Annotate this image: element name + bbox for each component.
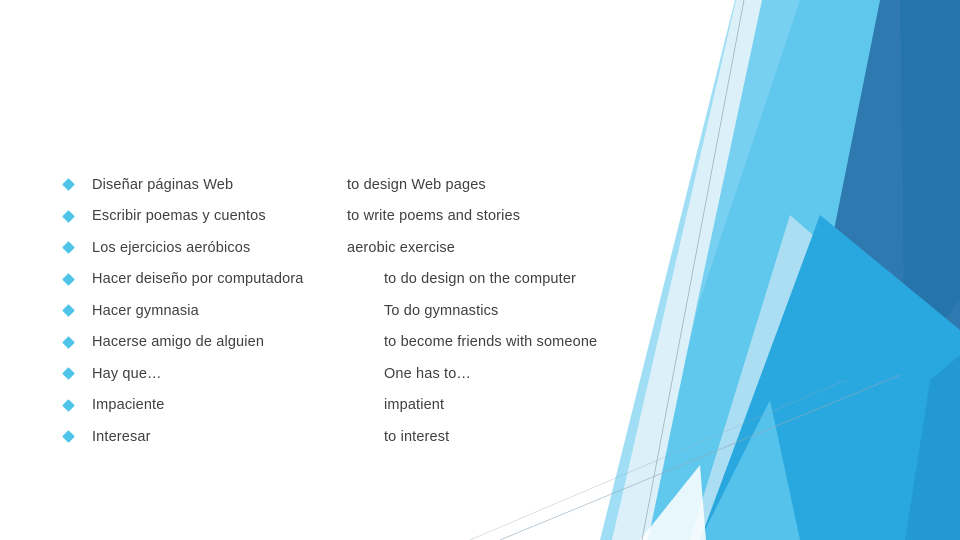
presentation-slide: Diseñar páginas Web to design Web pages Es… xyxy=(0,0,960,540)
diamond-bullet-icon xyxy=(62,209,75,223)
diamond-bullet-icon xyxy=(62,367,75,381)
shape-dark-steel-wedge xyxy=(820,0,960,400)
english-translation: to interest xyxy=(384,428,450,445)
vocabulary-list: Diseñar páginas Web to design Web pages Es… xyxy=(0,0,700,540)
spanish-term: Interesar xyxy=(92,428,151,445)
diamond-bullet-icon xyxy=(62,304,75,318)
vocab-row: Los ejercicios aeróbicos aerobic exercise xyxy=(60,232,680,264)
english-translation: to become friends with someone xyxy=(384,334,598,351)
vocab-row: Interesar to interest xyxy=(60,421,680,453)
vocab-row: Hacer deiseño por computadora to do desig… xyxy=(60,264,680,296)
spanish-term: Diseñar páginas Web xyxy=(92,176,234,193)
english-translation: impatient xyxy=(384,397,445,414)
diamond-bullet-icon xyxy=(62,241,75,255)
shape-dark-blue-right xyxy=(900,0,960,370)
spanish-term: Impaciente xyxy=(92,397,165,414)
shape-pale-triangle xyxy=(690,215,830,540)
vocab-row: Escribir poemas y cuentos to write poems … xyxy=(60,201,680,233)
english-translation: to design Web pages xyxy=(347,176,486,193)
diamond-bullet-icon xyxy=(62,398,75,412)
spanish-term: Escribir poemas y cuentos xyxy=(92,208,266,225)
spanish-term: Hacer gymnasia xyxy=(92,302,199,319)
shape-right-accent-column xyxy=(905,355,960,540)
shape-bottom-left-sliver xyxy=(700,400,800,540)
vocab-row: Hacerse amigo de alguien to become friend… xyxy=(60,327,680,359)
vocab-row: Hay que… One has to… xyxy=(60,358,680,390)
vocab-row: Impaciente impatient xyxy=(60,390,680,422)
english-translation: to do design on the computer xyxy=(384,271,577,288)
shape-bright-cyan-lower xyxy=(700,215,960,540)
diamond-bullet-icon xyxy=(62,178,75,192)
vocab-row: Diseñar páginas Web to design Web pages xyxy=(60,169,680,201)
diamond-bullet-icon xyxy=(62,272,75,286)
diamond-bullet-icon xyxy=(62,430,75,444)
diamond-bullet-icon xyxy=(62,335,75,349)
english-translation: to write poems and stories xyxy=(347,208,521,225)
english-translation: To do gymnastics xyxy=(384,302,499,319)
english-translation: One has to… xyxy=(384,365,472,382)
spanish-term: Hacerse amigo de alguien xyxy=(92,334,265,351)
vocab-row: Hacer gymnasia To do gymnastics xyxy=(60,295,680,327)
shape-bright-cyan-lower-2 xyxy=(760,290,960,540)
spanish-term: Hacer deiseño por computadora xyxy=(92,271,304,288)
spanish-term: Los ejercicios aeróbicos xyxy=(92,239,251,256)
english-translation: aerobic exercise xyxy=(347,239,455,256)
spanish-term: Hay que… xyxy=(92,365,162,382)
